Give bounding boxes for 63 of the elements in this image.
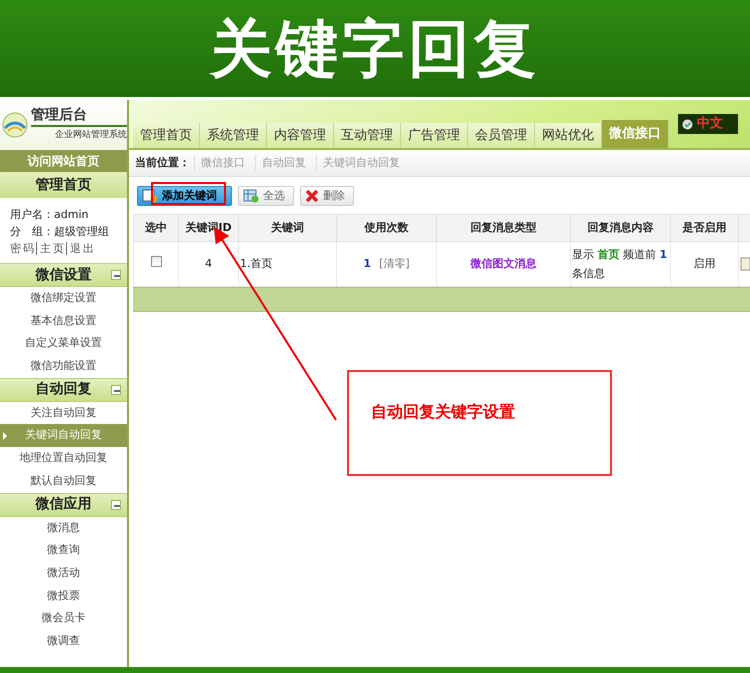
user-link[interactable]: 主页 xyxy=(36,242,66,255)
table-icon xyxy=(243,189,259,203)
section-header[interactable]: 微信应用 xyxy=(0,492,127,516)
edit-icon[interactable] xyxy=(740,256,750,271)
language-button[interactable]: 中文 xyxy=(678,114,738,134)
column-header: 回复消息内容 xyxy=(570,214,670,242)
sidebar-header: 管理首页 xyxy=(0,172,127,198)
user-link[interactable]: 退出 xyxy=(66,242,96,255)
delete-button[interactable]: 删除 xyxy=(300,186,354,206)
user-info: 分 组：超级管理组 xyxy=(10,224,110,240)
sidebar-item[interactable]: 自定义菜单设置 xyxy=(0,332,127,356)
collapse-icon[interactable] xyxy=(111,270,121,280)
column-header: 是否启用 xyxy=(670,214,738,242)
nav-tab[interactable]: 互动管理 xyxy=(334,123,401,148)
nav-tab[interactable]: 管理首页 xyxy=(133,123,200,148)
annotation-text: 自动回复关键字设置 xyxy=(371,401,516,423)
sidebar-item[interactable]: 微信功能设置 xyxy=(0,355,127,378)
collapse-icon[interactable] xyxy=(111,500,121,510)
sidebar-item[interactable]: 默认自动回复 xyxy=(0,470,127,492)
select-all-button[interactable]: 全选 xyxy=(238,186,294,206)
sidebar-item[interactable]: 基本信息设置 xyxy=(0,310,127,332)
table-cell: 1.首页 xyxy=(240,256,272,270)
user-info: 用户名：admin xyxy=(10,207,90,223)
nav-tab[interactable]: 系统管理 xyxy=(200,123,267,148)
sidebar-item[interactable]: 微会员卡 xyxy=(0,607,127,630)
table-cell: 4 xyxy=(205,256,212,270)
column-header: 选中 xyxy=(134,214,178,242)
message-content: 显示 首页 频道前 1 条信息 xyxy=(572,248,668,280)
message-type: 微信图文消息 xyxy=(470,256,536,270)
table-cell: 启用 xyxy=(694,256,716,270)
column-header: 回复消息类型 xyxy=(436,214,570,242)
sidebar-item[interactable]: 微调查 xyxy=(0,630,127,653)
brand-subtitle: 企业网站管理系统 xyxy=(54,128,127,142)
row-checkbox[interactable] xyxy=(150,256,162,267)
nav-tab[interactable]: 内容管理 xyxy=(267,123,334,148)
sidebar-item[interactable]: 关注自动回复 xyxy=(0,402,127,424)
column-header: 关键词 xyxy=(238,214,336,242)
section-title: 自动回复 xyxy=(36,380,92,400)
section-title: 微信应用 xyxy=(36,494,92,514)
banner-title: 关键字回复 xyxy=(210,18,540,80)
column-header: 使用次数 xyxy=(336,214,436,242)
logo-icon xyxy=(2,112,28,138)
collapse-icon[interactable] xyxy=(111,384,121,395)
add-document-icon xyxy=(142,189,158,203)
check-icon xyxy=(682,118,693,130)
section-title: 微信设置 xyxy=(36,266,92,284)
delete-icon xyxy=(305,189,319,203)
nav-tab[interactable]: 广告管理 xyxy=(401,123,468,148)
sidebar-item[interactable]: 微查询 xyxy=(0,539,127,562)
nav-tab[interactable]: 会员管理 xyxy=(468,123,535,148)
sidebar-item[interactable]: 微投票 xyxy=(0,584,127,608)
section-header[interactable]: 自动回复 xyxy=(0,378,127,402)
count-text: 1 xyxy=(363,256,372,270)
brand-title: 管理后台 xyxy=(31,108,127,127)
sidebar-item[interactable]: 地理位置自动回复 xyxy=(0,447,127,470)
sidebar-item[interactable]: 微消息 xyxy=(0,516,127,540)
breadcrumb-label: 当前位置： xyxy=(135,154,190,171)
user-link[interactable]: 密码 xyxy=(10,242,36,255)
sidebar-item[interactable]: 微信绑定设置 xyxy=(0,287,127,310)
reset-link[interactable]: [清零] xyxy=(379,256,410,270)
sidebar-item[interactable]: 微活动 xyxy=(0,562,127,585)
nav-tab[interactable]: 网站优化 xyxy=(535,123,602,148)
section-header[interactable]: 微信设置 xyxy=(0,263,127,287)
